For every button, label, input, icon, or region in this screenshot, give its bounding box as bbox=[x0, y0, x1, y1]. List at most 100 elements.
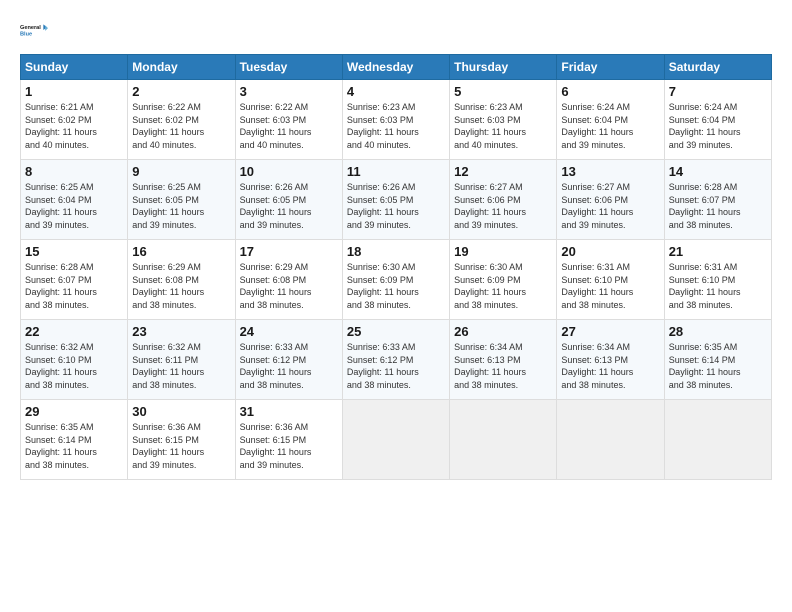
day-info: Sunrise: 6:35 AM Sunset: 6:14 PM Dayligh… bbox=[669, 341, 767, 391]
day-number: 30 bbox=[132, 404, 230, 419]
day-number: 15 bbox=[25, 244, 123, 259]
day-cell: 24 Sunrise: 6:33 AM Sunset: 6:12 PM Dayli… bbox=[235, 320, 342, 400]
calendar-page: GeneralBlue SundayMondayTuesdayWednesday… bbox=[0, 0, 792, 612]
day-cell: 21 Sunrise: 6:31 AM Sunset: 6:10 PM Dayli… bbox=[664, 240, 771, 320]
header-cell-saturday: Saturday bbox=[664, 55, 771, 80]
day-info: Sunrise: 6:36 AM Sunset: 6:15 PM Dayligh… bbox=[132, 421, 230, 471]
day-cell: 2 Sunrise: 6:22 AM Sunset: 6:02 PM Daylig… bbox=[128, 80, 235, 160]
day-number: 13 bbox=[561, 164, 659, 179]
day-info: Sunrise: 6:22 AM Sunset: 6:03 PM Dayligh… bbox=[240, 101, 338, 151]
day-number: 31 bbox=[240, 404, 338, 419]
day-info: Sunrise: 6:30 AM Sunset: 6:09 PM Dayligh… bbox=[347, 261, 445, 311]
day-info: Sunrise: 6:22 AM Sunset: 6:02 PM Dayligh… bbox=[132, 101, 230, 151]
day-cell: 8 Sunrise: 6:25 AM Sunset: 6:04 PM Daylig… bbox=[21, 160, 128, 240]
day-number: 17 bbox=[240, 244, 338, 259]
day-number: 14 bbox=[669, 164, 767, 179]
day-number: 3 bbox=[240, 84, 338, 99]
day-info: Sunrise: 6:34 AM Sunset: 6:13 PM Dayligh… bbox=[454, 341, 552, 391]
day-number: 22 bbox=[25, 324, 123, 339]
day-info: Sunrise: 6:35 AM Sunset: 6:14 PM Dayligh… bbox=[25, 421, 123, 471]
day-number: 1 bbox=[25, 84, 123, 99]
day-number: 23 bbox=[132, 324, 230, 339]
day-info: Sunrise: 6:33 AM Sunset: 6:12 PM Dayligh… bbox=[347, 341, 445, 391]
day-cell: 11 Sunrise: 6:26 AM Sunset: 6:05 PM Dayli… bbox=[342, 160, 449, 240]
day-cell bbox=[450, 400, 557, 480]
day-number: 5 bbox=[454, 84, 552, 99]
day-info: Sunrise: 6:26 AM Sunset: 6:05 PM Dayligh… bbox=[347, 181, 445, 231]
calendar-body: 1 Sunrise: 6:21 AM Sunset: 6:02 PM Daylig… bbox=[21, 80, 772, 480]
day-info: Sunrise: 6:25 AM Sunset: 6:04 PM Dayligh… bbox=[25, 181, 123, 231]
day-info: Sunrise: 6:25 AM Sunset: 6:05 PM Dayligh… bbox=[132, 181, 230, 231]
header-cell-sunday: Sunday bbox=[21, 55, 128, 80]
day-cell bbox=[664, 400, 771, 480]
day-number: 16 bbox=[132, 244, 230, 259]
day-cell: 30 Sunrise: 6:36 AM Sunset: 6:15 PM Dayli… bbox=[128, 400, 235, 480]
svg-text:General: General bbox=[20, 25, 41, 31]
header-cell-wednesday: Wednesday bbox=[342, 55, 449, 80]
day-info: Sunrise: 6:34 AM Sunset: 6:13 PM Dayligh… bbox=[561, 341, 659, 391]
day-info: Sunrise: 6:31 AM Sunset: 6:10 PM Dayligh… bbox=[561, 261, 659, 311]
calendar-header: SundayMondayTuesdayWednesdayThursdayFrid… bbox=[21, 55, 772, 80]
day-cell bbox=[342, 400, 449, 480]
day-info: Sunrise: 6:24 AM Sunset: 6:04 PM Dayligh… bbox=[561, 101, 659, 151]
day-cell: 28 Sunrise: 6:35 AM Sunset: 6:14 PM Dayli… bbox=[664, 320, 771, 400]
logo: GeneralBlue bbox=[20, 16, 48, 44]
day-cell: 31 Sunrise: 6:36 AM Sunset: 6:15 PM Dayli… bbox=[235, 400, 342, 480]
header: GeneralBlue bbox=[20, 16, 772, 44]
day-cell: 6 Sunrise: 6:24 AM Sunset: 6:04 PM Daylig… bbox=[557, 80, 664, 160]
day-info: Sunrise: 6:30 AM Sunset: 6:09 PM Dayligh… bbox=[454, 261, 552, 311]
day-cell: 5 Sunrise: 6:23 AM Sunset: 6:03 PM Daylig… bbox=[450, 80, 557, 160]
svg-text:Blue: Blue bbox=[20, 32, 32, 38]
day-info: Sunrise: 6:27 AM Sunset: 6:06 PM Dayligh… bbox=[454, 181, 552, 231]
day-cell: 29Sunrise: 6:35 AM Sunset: 6:14 PM Dayli… bbox=[21, 400, 128, 480]
logo-icon: GeneralBlue bbox=[20, 16, 48, 44]
day-info: Sunrise: 6:31 AM Sunset: 6:10 PM Dayligh… bbox=[669, 261, 767, 311]
day-number: 24 bbox=[240, 324, 338, 339]
day-info: Sunrise: 6:29 AM Sunset: 6:08 PM Dayligh… bbox=[132, 261, 230, 311]
week-row-2: 8 Sunrise: 6:25 AM Sunset: 6:04 PM Daylig… bbox=[21, 160, 772, 240]
day-number: 11 bbox=[347, 164, 445, 179]
day-number: 19 bbox=[454, 244, 552, 259]
day-cell: 10 Sunrise: 6:26 AM Sunset: 6:05 PM Dayli… bbox=[235, 160, 342, 240]
day-info: Sunrise: 6:33 AM Sunset: 6:12 PM Dayligh… bbox=[240, 341, 338, 391]
day-number: 6 bbox=[561, 84, 659, 99]
day-info: Sunrise: 6:23 AM Sunset: 6:03 PM Dayligh… bbox=[454, 101, 552, 151]
day-number: 20 bbox=[561, 244, 659, 259]
week-row-4: 22 Sunrise: 6:32 AM Sunset: 6:10 PM Dayli… bbox=[21, 320, 772, 400]
day-cell: 9 Sunrise: 6:25 AM Sunset: 6:05 PM Daylig… bbox=[128, 160, 235, 240]
day-info: Sunrise: 6:28 AM Sunset: 6:07 PM Dayligh… bbox=[25, 261, 123, 311]
day-info: Sunrise: 6:26 AM Sunset: 6:05 PM Dayligh… bbox=[240, 181, 338, 231]
day-info: Sunrise: 6:28 AM Sunset: 6:07 PM Dayligh… bbox=[669, 181, 767, 231]
header-cell-tuesday: Tuesday bbox=[235, 55, 342, 80]
day-cell bbox=[557, 400, 664, 480]
day-number: 7 bbox=[669, 84, 767, 99]
day-info: Sunrise: 6:32 AM Sunset: 6:10 PM Dayligh… bbox=[25, 341, 123, 391]
day-number: 4 bbox=[347, 84, 445, 99]
calendar-table: SundayMondayTuesdayWednesdayThursdayFrid… bbox=[20, 54, 772, 480]
day-number: 9 bbox=[132, 164, 230, 179]
day-info: Sunrise: 6:32 AM Sunset: 6:11 PM Dayligh… bbox=[132, 341, 230, 391]
day-number: 25 bbox=[347, 324, 445, 339]
day-cell: 15 Sunrise: 6:28 AM Sunset: 6:07 PM Dayli… bbox=[21, 240, 128, 320]
day-cell: 7 Sunrise: 6:24 AM Sunset: 6:04 PM Daylig… bbox=[664, 80, 771, 160]
day-number: 28 bbox=[669, 324, 767, 339]
day-cell: 19 Sunrise: 6:30 AM Sunset: 6:09 PM Dayli… bbox=[450, 240, 557, 320]
day-cell: 4Sunrise: 6:23 AM Sunset: 6:03 PM Daylig… bbox=[342, 80, 449, 160]
day-cell: 1 Sunrise: 6:21 AM Sunset: 6:02 PM Daylig… bbox=[21, 80, 128, 160]
day-info: Sunrise: 6:21 AM Sunset: 6:02 PM Dayligh… bbox=[25, 101, 123, 151]
day-cell: 17 Sunrise: 6:29 AM Sunset: 6:08 PM Dayli… bbox=[235, 240, 342, 320]
day-info: Sunrise: 6:29 AM Sunset: 6:08 PM Dayligh… bbox=[240, 261, 338, 311]
day-cell: 13Sunrise: 6:27 AM Sunset: 6:06 PM Dayli… bbox=[557, 160, 664, 240]
day-number: 2 bbox=[132, 84, 230, 99]
week-row-3: 15 Sunrise: 6:28 AM Sunset: 6:07 PM Dayli… bbox=[21, 240, 772, 320]
day-info: Sunrise: 6:24 AM Sunset: 6:04 PM Dayligh… bbox=[669, 101, 767, 151]
day-number: 10 bbox=[240, 164, 338, 179]
day-number: 21 bbox=[669, 244, 767, 259]
header-cell-monday: Monday bbox=[128, 55, 235, 80]
week-row-5: 29Sunrise: 6:35 AM Sunset: 6:14 PM Dayli… bbox=[21, 400, 772, 480]
header-cell-friday: Friday bbox=[557, 55, 664, 80]
day-number: 8 bbox=[25, 164, 123, 179]
day-number: 26 bbox=[454, 324, 552, 339]
day-info: Sunrise: 6:36 AM Sunset: 6:15 PM Dayligh… bbox=[240, 421, 338, 471]
day-cell: 26 Sunrise: 6:34 AM Sunset: 6:13 PM Dayli… bbox=[450, 320, 557, 400]
